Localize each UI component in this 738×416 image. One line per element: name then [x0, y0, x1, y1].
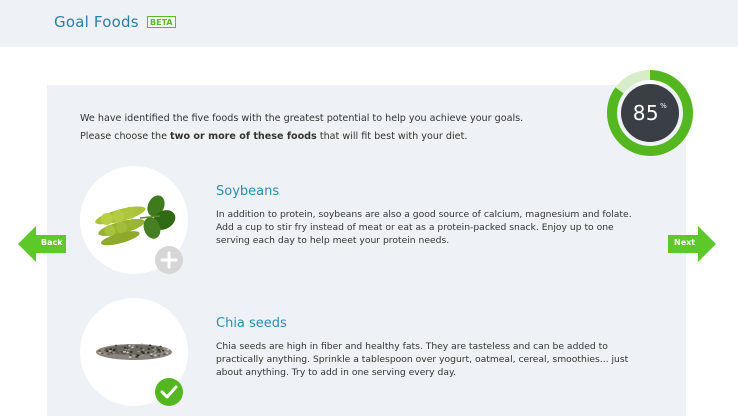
page-title: Goal Foods: [54, 13, 139, 31]
chia-seed-speck: [141, 354, 144, 357]
chia-seed-speck: [126, 347, 129, 350]
chia-seed-speck: [157, 354, 161, 357]
chia-seed-speck: [151, 355, 154, 358]
progress-value: 85%: [605, 68, 695, 158]
food-item-soybeans[interactable]: Soybeans In addition to protein, soybean…: [80, 166, 640, 276]
progress-percent-symbol: %: [660, 102, 668, 110]
back-button[interactable]: Back: [18, 226, 66, 262]
chia-seed-speck: [157, 348, 161, 351]
chia-seed-speck: [129, 351, 133, 353]
next-label: Next: [674, 238, 696, 247]
chia-seed-speck: [122, 352, 126, 355]
chia-seed-speck: [166, 348, 170, 351]
intro-text: We have identified the five foods with t…: [80, 110, 580, 146]
chia-seed-speck: [140, 343, 144, 346]
chia-seed-speck: [156, 347, 159, 349]
intro-line-2-suffix: that will fit best with your diet.: [316, 131, 468, 142]
chia-seed-speck: [147, 347, 151, 350]
food-name: Chia seeds: [216, 316, 287, 331]
intro-line-2: Please choose the two or more of these f…: [80, 128, 580, 146]
chia-seed-speck: [105, 348, 108, 350]
chia-seed-speck: [114, 347, 118, 350]
chia-seed-speck: [137, 350, 140, 353]
chia-seed-speck: [140, 347, 143, 350]
chia-seed-speck: [158, 351, 162, 353]
chia-seed-speck: [163, 353, 166, 356]
chia-seed-speck: [132, 343, 136, 346]
chia-seed-speck: [98, 351, 102, 354]
chia-seed-speck: [112, 349, 116, 352]
progress-number: 85: [632, 101, 660, 125]
chia-seed-speck: [140, 351, 144, 353]
chia-seed-speck: [161, 349, 165, 352]
plus-icon: [160, 251, 178, 269]
chia-seed-speck: [103, 353, 106, 356]
chia-seed-speck: [152, 348, 156, 351]
food-item-chia-seeds[interactable]: Chia seeds Chia seeds are high in fiber …: [80, 298, 640, 408]
chia-seed-speck: [109, 348, 112, 351]
chia-seed-speck: [136, 356, 139, 358]
food-description: Chia seeds are high in fiber and healthy…: [216, 341, 629, 378]
chia-seed-speck: [100, 352, 104, 355]
intro-line-2-prefix: Please choose the: [80, 131, 171, 142]
chia-seed-speck: [110, 352, 114, 355]
chia-seed-speck: [146, 351, 150, 354]
chia-seed-speck: [128, 344, 131, 347]
intro-line-2-emphasis: two or more of these foods: [170, 131, 317, 142]
add-food-button[interactable]: [155, 246, 183, 274]
selected-food-button[interactable]: [155, 378, 183, 406]
back-label: Back: [41, 238, 63, 247]
header-bar: Goal Foods BETA: [0, 0, 738, 47]
chia-seed-speck: [165, 352, 169, 354]
chia-seed-speck: [129, 354, 132, 357]
chia-seed-speck: [153, 351, 157, 354]
chia-seed-speck: [126, 351, 129, 354]
progress-ring: 85%: [605, 68, 695, 158]
chia-seed-speck: [105, 350, 109, 353]
chia-seed-speck: [151, 353, 155, 355]
chia-seed-speck: [148, 344, 152, 347]
chia-seed-speck: [115, 350, 119, 353]
chia-seed-speck: [136, 354, 140, 357]
chia-seed-speck: [131, 345, 135, 348]
chia-seed-speck: [159, 345, 162, 348]
chia-seed-speck: [154, 354, 157, 357]
chia-seed-speck: [128, 356, 132, 358]
chia-seed-speck: [123, 350, 127, 353]
food-name: Soybeans: [216, 184, 280, 199]
checkmark-icon: [160, 385, 178, 399]
chia-seed-speck: [116, 352, 120, 354]
next-button[interactable]: Next: [668, 226, 716, 262]
chia-seed-speck: [114, 344, 118, 347]
chia-seed-speck: [132, 354, 136, 357]
chia-seed-speck: [98, 350, 102, 352]
chia-seed-speck: [163, 348, 166, 350]
food-description: In addition to protein, soybeans are als…: [216, 209, 632, 246]
intro-line-1: We have identified the five foods with t…: [80, 113, 524, 124]
chia-seed-speck: [135, 345, 139, 348]
chia-seed-speck: [107, 353, 110, 355]
chia-seed-speck: [142, 348, 145, 351]
chia-seed-speck: [151, 346, 154, 349]
beta-badge: BETA: [147, 16, 176, 28]
